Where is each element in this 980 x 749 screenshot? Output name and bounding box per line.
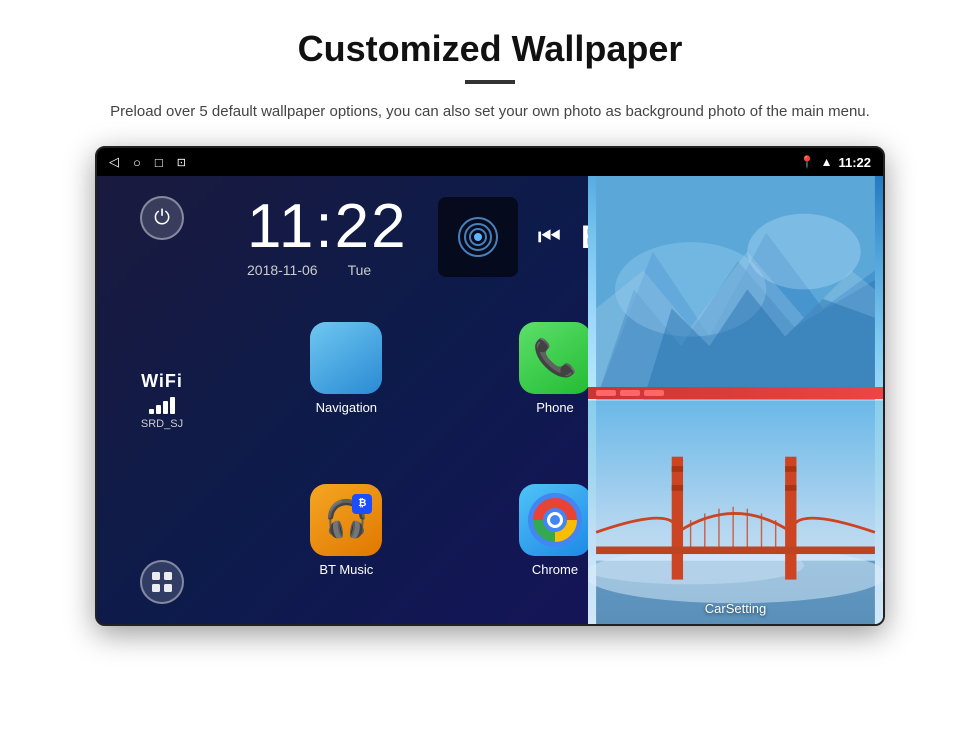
wifi-label: WiFi xyxy=(141,371,183,392)
status-bar-left: ◁ ○ □ ⊡ xyxy=(109,154,186,170)
bridge-svg xyxy=(588,400,883,624)
photo-bottom-bridge: CarSetting xyxy=(588,400,883,624)
wifi-bar-1 xyxy=(149,409,154,414)
signal-arc-3 xyxy=(458,217,498,257)
carsetting-label[interactable]: CarSetting xyxy=(671,601,801,616)
wifi-bar-4 xyxy=(170,397,175,414)
media-widget: ⏮ B xyxy=(438,197,605,277)
clock-date-value: 2018-11-06 xyxy=(247,262,318,278)
recents-nav-icon[interactable]: □ xyxy=(155,155,163,170)
nav-map-svg: 280 xyxy=(316,328,376,388)
media-icon-box xyxy=(438,197,518,277)
all-apps-button[interactable] xyxy=(140,560,184,604)
location-icon: 📍 xyxy=(800,155,815,169)
wifi-bar-3 xyxy=(163,401,168,414)
power-button[interactable]: ⏻ xyxy=(140,196,184,240)
photo-divider xyxy=(588,399,883,401)
chrome-icon xyxy=(519,484,591,556)
clock-time: 11:22 xyxy=(247,196,408,258)
clock-display: 11:22 2018-11-06 Tue xyxy=(247,196,408,278)
wifi-ssid: SRD_SJ xyxy=(141,418,183,430)
chrome-svg xyxy=(528,493,582,547)
svg-text:280: 280 xyxy=(329,364,341,371)
wifi-icon: ▲ xyxy=(821,155,833,169)
screen-content: ⏻ WiFi SRD_SJ xyxy=(97,176,883,624)
navigation-label: Navigation xyxy=(316,400,377,415)
device-frame: ◁ ○ □ ⊡ 📍 ▲ 11:22 ⏻ WiFi xyxy=(95,146,885,626)
wifi-bar-2 xyxy=(156,405,161,414)
page-subtitle: Preload over 5 default wallpaper options… xyxy=(110,100,870,124)
wifi-info: WiFi SRD_SJ xyxy=(141,371,183,430)
status-time: 11:22 xyxy=(838,155,871,170)
phone-icon: 📞 xyxy=(519,322,591,394)
title-underline xyxy=(465,80,515,84)
phone-handset-icon: 📞 xyxy=(533,337,578,379)
prev-track-icon[interactable]: ⏮ xyxy=(538,221,561,253)
signal-icon xyxy=(453,212,503,262)
wallpaper-strip xyxy=(588,387,883,399)
left-sidebar: ⏻ WiFi SRD_SJ xyxy=(97,176,227,624)
bt-headphone-icon: 🎧 ₿ xyxy=(324,498,368,542)
bluetooth-symbol: ₿ xyxy=(358,498,366,509)
wifi-bars xyxy=(141,396,183,414)
page-title: Customized Wallpaper xyxy=(298,28,683,70)
power-icon: ⏻ xyxy=(154,207,170,230)
btmusic-label: BT Music xyxy=(319,562,373,577)
glacier-svg xyxy=(588,176,883,400)
app-btmusic[interactable]: 🎧 ₿ BT Music xyxy=(247,454,446,606)
phone-label: Phone xyxy=(536,400,574,415)
page-wrapper: Customized Wallpaper Preload over 5 defa… xyxy=(0,0,980,749)
navigation-icon: 280 xyxy=(310,322,382,394)
screenshot-nav-icon[interactable]: ⊡ xyxy=(177,156,186,169)
home-nav-icon[interactable]: ○ xyxy=(133,155,141,170)
back-nav-icon[interactable]: ◁ xyxy=(109,154,119,170)
bluetooth-badge: ₿ xyxy=(352,494,372,514)
grid-icon xyxy=(151,571,173,593)
status-bar-right: 📍 ▲ 11:22 xyxy=(800,155,871,170)
btmusic-icon: 🎧 ₿ xyxy=(310,484,382,556)
app-navigation[interactable]: 280 Navigation xyxy=(247,292,446,444)
right-photos-panel: CarSetting xyxy=(588,176,883,624)
clock-day-value: Tue xyxy=(348,262,372,278)
status-bar: ◁ ○ □ ⊡ 📍 ▲ 11:22 xyxy=(97,148,883,176)
chrome-label: Chrome xyxy=(532,562,578,577)
photo-top-glacier xyxy=(588,176,883,400)
clock-date: 2018-11-06 Tue xyxy=(247,262,408,278)
